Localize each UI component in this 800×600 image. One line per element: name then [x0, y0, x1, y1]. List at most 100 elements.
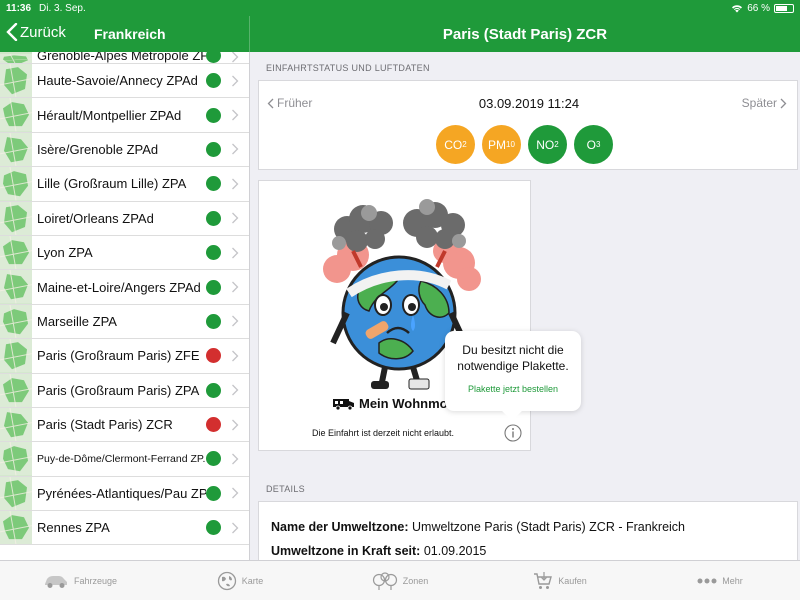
zone-list-item[interactable]: Lyon ZPA	[0, 235, 249, 271]
zones-icon	[372, 571, 397, 590]
details-card: Name der Umweltzone: Umweltzone Paris (S…	[258, 501, 798, 560]
zone-name: Maine-et-Loire/Angers ZPAd	[37, 279, 201, 295]
back-button[interactable]: Zurück	[6, 23, 66, 41]
status-dot	[206, 485, 221, 501]
pollutant-indicators: CO 2 PM 10 NO 2 O 3	[436, 125, 613, 164]
chevron-right-icon	[232, 350, 239, 362]
status-dot	[206, 417, 221, 433]
status-dot	[206, 279, 221, 295]
zone-name: Paris (Stadt Paris) ZCR	[37, 417, 173, 433]
zone-list-item[interactable]: Haute-Savoie/Annecy ZPAd	[0, 64, 249, 99]
pollutant-symbol: O	[586, 137, 596, 152]
zone-list-item[interactable]: Lille (Großraum Lille) ZPA	[0, 167, 249, 202]
chevron-right-icon	[232, 281, 239, 293]
tab-label: Kaufen	[558, 575, 587, 586]
zone-name: Marseille ZPA	[37, 313, 117, 329]
later-label: Später	[741, 96, 777, 110]
pollutant-indicator: O3	[574, 125, 613, 164]
zone-map-thumbnail	[0, 339, 32, 373]
zone-since-row: Umweltzone in Kraft seit: 01.09.2015	[271, 544, 486, 558]
zone-name-value: Umweltzone Paris (Stadt Paris) ZCR - Fra…	[412, 520, 685, 534]
zone-name: Grenoble-Alpes Métropole ZPA	[37, 52, 206, 63]
zone-name-label: Name der Umweltzone:	[271, 520, 409, 534]
status-dot	[206, 73, 221, 89]
zone-list-item[interactable]: Grenoble-Alpes Métropole ZPA	[0, 52, 249, 64]
status-dot	[206, 451, 221, 467]
zone-list-item[interactable]: Hérault/Montpellier ZPAd	[0, 98, 249, 133]
status-bar: 11:36 Di. 3. Sep. 66 %	[0, 0, 800, 16]
tab-label: Zonen	[402, 575, 429, 586]
zone-map-thumbnail	[0, 270, 32, 304]
chevron-right-icon	[232, 453, 239, 465]
zone-list[interactable]: Grenoble-Alpes Métropole ZPA Haute-Savoie…	[0, 52, 250, 560]
zone-name: Paris (Großraum Paris) ZPA	[37, 382, 200, 398]
tab-fahrzeuge[interactable]: Fahrzeuge	[0, 561, 160, 600]
chevron-right-icon	[232, 419, 239, 431]
zone-list-item[interactable]: Paris (Großraum Paris) ZPA	[0, 373, 249, 408]
tab-karte[interactable]: Karte	[160, 561, 320, 600]
status-dot	[206, 176, 221, 192]
zone-map-thumbnail	[0, 407, 32, 442]
zone-name: Hérault/Montpellier ZPAd	[37, 107, 182, 123]
order-sticker-link[interactable]: Plakette jetzt bestellen	[445, 384, 581, 394]
zone-name: Haute-Savoie/Annecy ZPAd	[37, 73, 198, 89]
chevron-right-icon	[232, 75, 239, 87]
status-dot	[206, 382, 221, 398]
cart-icon	[534, 571, 553, 589]
sticker-tooltip: Du besitzt nicht die notwendige Plakette…	[445, 331, 581, 421]
pollutant-subscript: 2	[462, 140, 467, 149]
pollutant-indicator: PM 10	[482, 125, 521, 164]
zone-map-thumbnail	[0, 52, 32, 63]
pollutant-subscript: 10	[506, 140, 515, 149]
zone-map-thumbnail	[0, 132, 32, 167]
chevron-right-icon	[780, 98, 787, 108]
zone-list-item[interactable]: Puy-de-Dôme/Clermont-Ferrand ZP...	[0, 442, 249, 477]
zone-list-item[interactable]: Maine-et-Loire/Angers ZPAd	[0, 270, 249, 305]
pollutant-subscript: 3	[595, 140, 601, 149]
info-icon[interactable]	[504, 424, 522, 442]
zone-name-row: Name der Umweltzone: Umweltzone Paris (S…	[271, 520, 685, 534]
details-section-header: DETAILS	[266, 484, 305, 494]
zone-name: Lille (Großraum Lille) ZPA	[37, 176, 187, 192]
list-title: Frankreich	[94, 26, 166, 42]
chevron-left-icon	[6, 23, 18, 41]
zone-list-item[interactable]: Pyrénées-Atlantiques/Pau ZPAd	[0, 476, 249, 512]
zone-list-item[interactable]: Rennes ZPA	[0, 511, 249, 546]
chevron-right-icon	[232, 247, 239, 259]
tab-mehr[interactable]: Mehr	[640, 561, 800, 600]
zone-map-thumbnail	[0, 201, 32, 235]
zone-list-item[interactable]: Marseille ZPA	[0, 304, 249, 340]
entry-status-text: Die Einfahrt ist derzeit nicht erlaubt.	[311, 428, 455, 438]
status-time: 11:36	[6, 2, 32, 14]
status-dot	[206, 141, 221, 157]
battery-icon	[774, 3, 794, 13]
zone-name: Loiret/Orleans ZPAd	[37, 210, 154, 226]
chevron-right-icon	[232, 212, 239, 224]
zone-map-thumbnail	[0, 167, 32, 201]
pollutant-symbol: CO	[444, 137, 463, 152]
status-date: Di. 3. Sep.	[39, 2, 86, 14]
measurement-datetime: 03.09.2019 11:24	[478, 96, 580, 111]
zone-name: Lyon ZPA	[37, 245, 93, 261]
status-dot	[206, 348, 221, 364]
pollutant-symbol: NO	[536, 137, 555, 152]
tab-kaufen[interactable]: Kaufen	[480, 561, 640, 600]
tab-bar: Fahrzeuge Karte Zonen Kaufen Mehr	[0, 560, 800, 600]
tab-label: Fahrzeuge	[73, 575, 118, 586]
zone-map-thumbnail	[0, 442, 32, 476]
navigation-bar: Zurück Frankreich Paris (Stadt Paris) ZC…	[0, 16, 800, 52]
later-button[interactable]: Später	[742, 96, 787, 110]
zone-list-item[interactable]: Isère/Grenoble ZPAd	[0, 132, 249, 168]
status-card: Früher 03.09.2019 11:24 Später CO 2 PM 10 NO…	[258, 80, 798, 170]
zone-detail: EINFAHRTSTATUS UND LUFTDATEN Früher 03.0…	[251, 52, 800, 560]
status-dot	[206, 210, 221, 226]
zone-map-thumbnail	[0, 511, 32, 545]
back-label: Zurück	[20, 23, 66, 41]
tab-label: Karte	[241, 575, 264, 586]
tab-zonen[interactable]: Zonen	[320, 561, 480, 600]
status-section-header: EINFAHRTSTATUS UND LUFTDATEN	[266, 63, 430, 73]
zone-list-item[interactable]: Paris (Großraum Paris) ZFE	[0, 339, 249, 374]
zone-list-item[interactable]: Loiret/Orleans ZPAd	[0, 201, 249, 236]
zone-list-item[interactable]: Paris (Stadt Paris) ZCR	[0, 407, 249, 443]
status-dot	[206, 313, 221, 329]
